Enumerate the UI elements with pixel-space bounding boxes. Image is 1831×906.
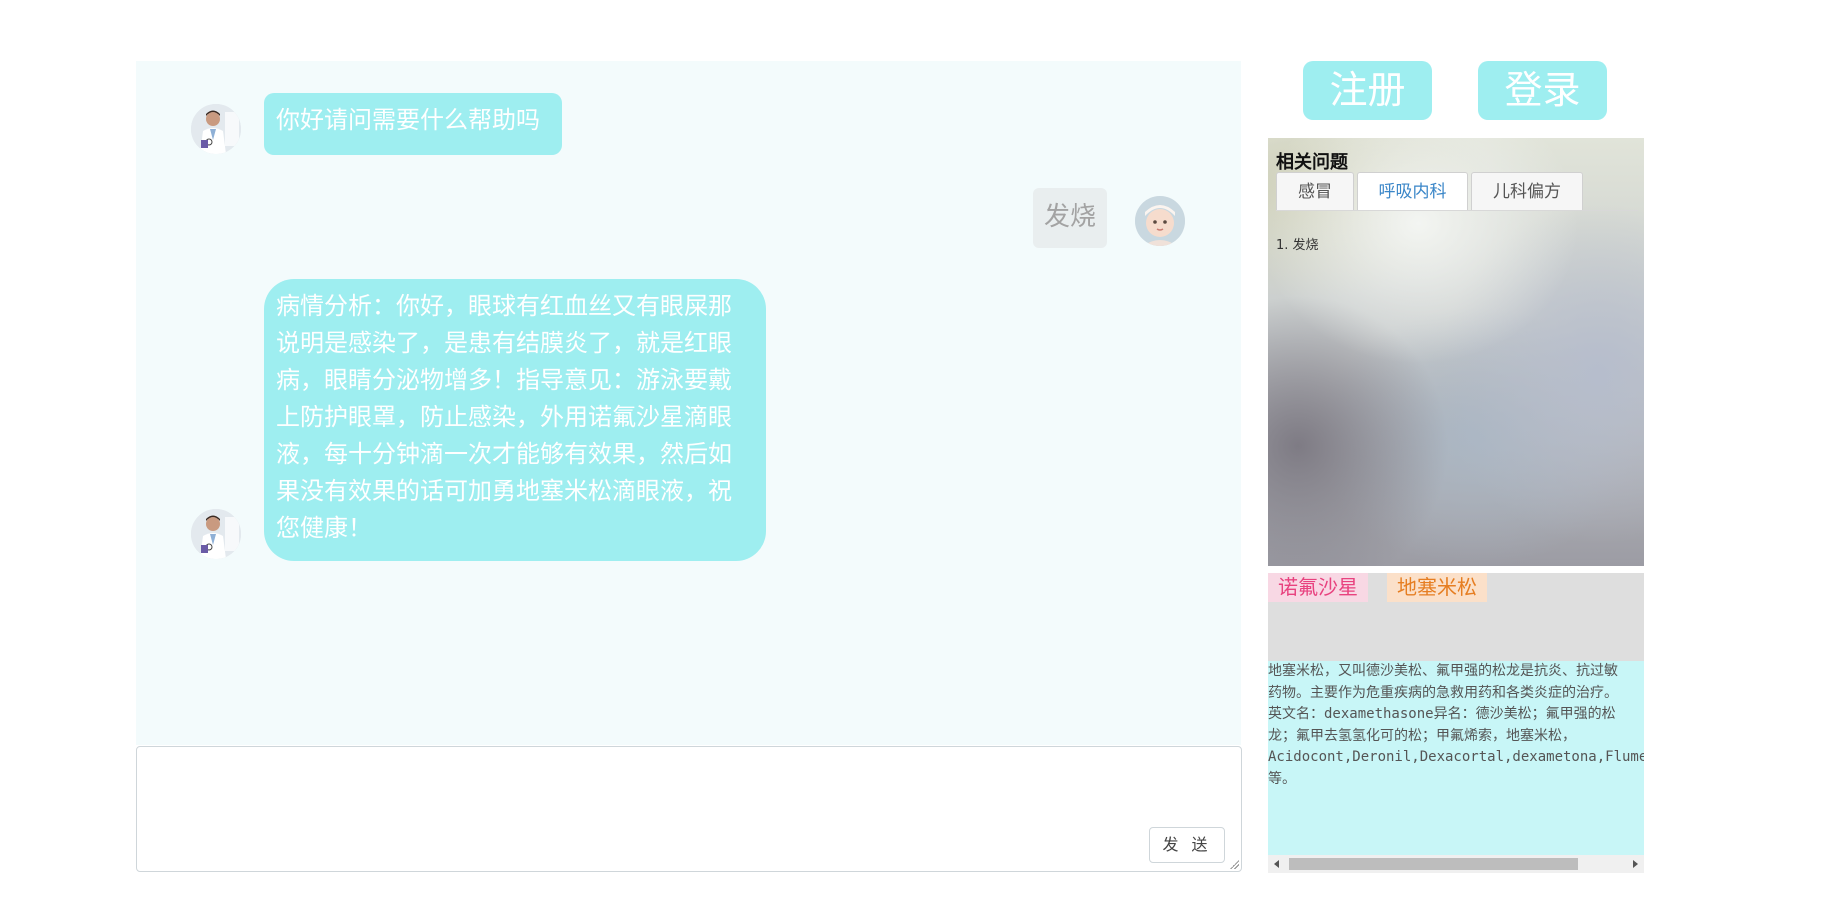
medicine-tags: 诺氟沙星 地塞米松	[1268, 573, 1644, 661]
resize-grip-icon[interactable]	[1230, 860, 1239, 869]
scrollbar-thumb[interactable]	[1289, 858, 1578, 870]
question-list: 1. 发烧	[1276, 234, 1319, 253]
chat-message-user: 发烧	[1033, 188, 1107, 248]
tab-cold[interactable]: 感冒	[1276, 172, 1354, 210]
question-item[interactable]: 1. 发烧	[1276, 234, 1319, 253]
horizontal-scrollbar[interactable]	[1268, 855, 1644, 873]
related-questions-panel: 相关问题 感冒 呼吸内科 儿科偏方 1. 发烧	[1268, 138, 1644, 566]
scroll-left-icon[interactable]	[1274, 860, 1279, 868]
send-button[interactable]: 发 送	[1149, 827, 1225, 863]
chat-message-bot: 你好请问需要什么帮助吗	[264, 93, 562, 155]
medicine-description: 地塞米松，又叫德沙美松、氟甲强的松龙是抗炎、抗过敏 药物。主要作为危重疾病的急救…	[1268, 663, 1644, 787]
register-button[interactable]: 注册	[1303, 61, 1432, 120]
medicine-tag-norfloxacin[interactable]: 诺氟沙星	[1268, 573, 1368, 602]
medicine-panel: 诺氟沙星 地塞米松 地塞米松，又叫德沙美松、氟甲强的松龙是抗炎、抗过敏 药物。主…	[1268, 573, 1644, 856]
baby-avatar-icon	[1135, 196, 1185, 246]
related-tabs: 感冒 呼吸内科 儿科偏方	[1276, 172, 1638, 211]
doctor-avatar-icon	[191, 509, 241, 559]
chat-panel: 你好请问需要什么帮助吗 发烧 病情分析：你好，眼球有红血丝又有眼屎那 说明是感染…	[136, 61, 1241, 745]
login-button[interactable]: 登录	[1478, 61, 1607, 120]
related-questions-title: 相关问题	[1276, 152, 1348, 173]
tab-pediatric-remedies[interactable]: 儿科偏方	[1471, 172, 1583, 210]
message-input[interactable]: 发 送	[136, 746, 1242, 872]
doctor-avatar-icon	[191, 104, 241, 154]
medicine-tag-dexamethasone[interactable]: 地塞米松	[1387, 573, 1487, 602]
tab-respiratory[interactable]: 呼吸内科	[1357, 172, 1468, 210]
scroll-right-icon[interactable]	[1633, 860, 1638, 868]
chat-message-bot: 病情分析：你好，眼球有红血丝又有眼屎那 说明是感染了，是患有结膜炎了，就是红眼 …	[264, 279, 766, 561]
